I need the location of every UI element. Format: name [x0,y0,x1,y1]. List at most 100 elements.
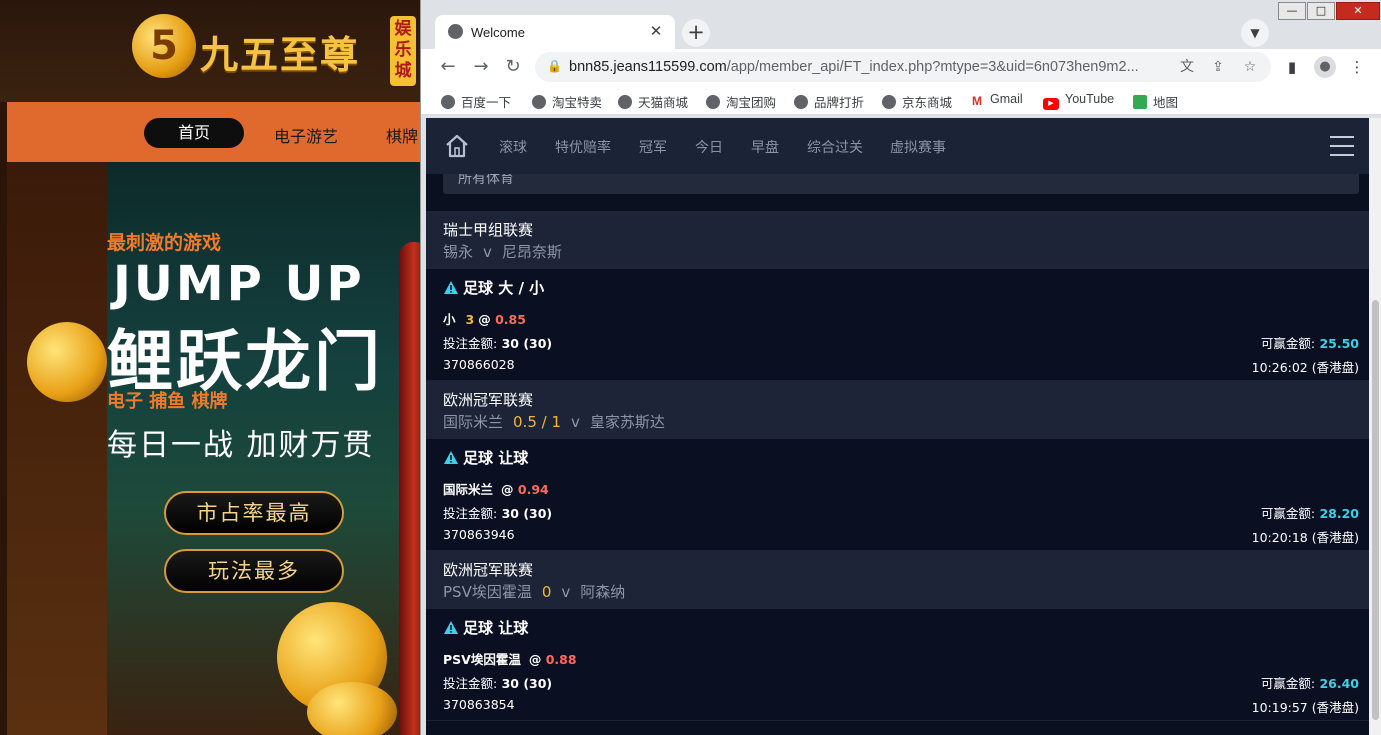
odds-value: 0.88 [545,652,577,667]
at-symbol: @ [501,482,514,497]
browser-toolbar: ← → ↻ 🔒 bnn85.jeans115599.com/app/member… [421,49,1381,85]
browser-window: Welcome ✕ + ▼ — □ ✕ ← → ↻ 🔒 bnn85.jeans1… [420,0,1381,735]
casino-banner[interactable]: 最刺激的游戏 JUMP UP 鲤跃龙门 电子 捕鱼 棋牌 每日一战 加财万贯 市… [7,162,420,735]
pick-selection: 小 [443,312,456,327]
tab-welcome[interactable]: Welcome ✕ [435,15,675,49]
share-icon[interactable]: ⇪ [1208,57,1228,77]
bet-ticket: 足球 让球 PSV埃因霍温 @ 0.88 投注金额: 30 (30) 可赢金额: … [426,609,1374,721]
stake-value: 30 (30) [501,506,553,521]
bookmark-maps[interactable]: 地图 [1133,92,1178,111]
banner-button-market-share[interactable]: 市占率最高 [164,491,344,535]
reload-icon[interactable]: ↻ [502,56,524,78]
match-teams: PSV埃因霍温 0 v 阿森纳 [443,581,625,602]
pick-selection: 国际米兰 [443,482,494,497]
globe-icon [706,95,720,109]
scrollbar-thumb[interactable] [1372,300,1379,720]
away-team: 尼昂奈斯 [501,243,562,261]
bookmark-star-icon[interactable]: ☆ [1240,57,1260,77]
hamburger-menu-icon[interactable] [1330,136,1354,156]
handicap: 0.5 / 1 [513,413,562,431]
nav-parlay[interactable]: 综合过关 [807,137,863,157]
win-amount: 可赢金额: 25.50 [1261,333,1359,352]
youtube-icon: ▶ [1043,98,1059,110]
stake-value: 30 (30) [501,336,553,351]
forward-arrow-icon[interactable]: → [470,56,492,78]
home-team: PSV埃因霍温 [443,583,532,601]
league-name: 欧洲冠军联赛 [443,391,534,409]
vs-label: v [561,583,571,601]
translate-icon[interactable]: 文 [1177,57,1197,77]
globe-icon [794,95,808,109]
bookmark-gmail[interactable]: M Gmail [970,92,1023,108]
home-team: 锡永 [443,243,474,261]
league-name: 欧洲冠军联赛 [443,561,534,579]
vs-label: v [483,243,492,261]
sport-filter-label: 所有体育 [458,174,514,187]
casino-nav-chess-cards[interactable]: 棋牌 [386,123,418,147]
globe-icon [441,95,455,109]
bookmark-tmall[interactable]: 天猫商城 [618,92,688,111]
banner-slogan: 每日一战 加财万贯 [107,428,375,463]
side-panel-icon[interactable]: ▮ [1282,57,1302,77]
nav-today[interactable]: 今日 [695,137,723,157]
profile-avatar-icon[interactable]: ● [1314,56,1336,78]
tab-close-icon[interactable]: ✕ [647,22,665,40]
stake-label: 投注金额: [443,676,498,691]
bookmarks-bar: 百度一下 淘宝特卖 天猫商城 淘宝团购 品牌打折 京东商城 M Gmail ▶ Yo… [421,85,1381,115]
casino-nav-electronic-games[interactable]: 电子游艺 [274,123,338,147]
url-text[interactable]: bnn85.jeans115599.com/app/member_api/FT_… [569,59,1189,75]
match-header: 瑞士甲组联赛 锡永 v 尼昂奈斯 [426,211,1374,269]
bet-pick: 小 3 @ 0.85 [443,309,526,328]
handicap: 0 [541,583,552,601]
stake: 投注金额: 30 (30) [443,673,552,692]
nav-outright[interactable]: 冠军 [639,137,667,157]
bet-type: 足球 大 / 小 [443,277,544,298]
globe-icon [882,95,896,109]
url-path: /app/member_api/FT_index.php?mtype=3&uid… [726,59,1139,75]
bookmark-youtube[interactable]: ▶ YouTube [1043,92,1114,110]
casino-logo-icon: 5 [132,14,196,78]
casino-header: 5 九五至尊 娱乐城 [0,0,420,102]
bookmark-taobao-sale[interactable]: 淘宝特卖 [532,92,602,111]
close-window-button[interactable]: ✕ [1336,2,1380,20]
nav-live[interactable]: 滚球 [499,137,527,157]
stake-label: 投注金额: [443,336,498,351]
bookmark-taobao-group[interactable]: 淘宝团购 [706,92,776,111]
nav-virtual[interactable]: 虚拟赛事 [890,137,946,157]
at-symbol: @ [528,652,542,667]
win-value: 25.50 [1319,336,1359,351]
bookmark-brand-discount[interactable]: 品牌打折 [794,92,864,111]
warning-icon [444,281,458,294]
ticket-id: 370866028 [443,357,515,372]
casino-navbar: 首页 电子游艺 棋牌 [7,102,420,162]
nav-special-odds[interactable]: 特优赔率 [555,137,611,157]
home-team: 国际米兰 [443,413,504,431]
url-host: bnn85.jeans115599.com [569,59,727,75]
banner-categories: 电子 捕鱼 棋牌 [107,391,228,412]
page-scrollbar[interactable] [1369,118,1381,735]
ticket-id: 370863854 [443,697,515,712]
bookmark-baidu[interactable]: 百度一下 [441,92,511,111]
at-symbol: @ [478,312,491,327]
match-teams: 锡永 v 尼昂奈斯 [443,241,562,262]
bet-ticket: 足球 让球 国际米兰 @ 0.94 投注金额: 30 (30) 可赢金额: 28.… [426,439,1374,551]
casino-left-strip [0,102,7,735]
win-value: 26.40 [1319,676,1359,691]
win-label: 可赢金额: [1260,336,1316,351]
away-team: 阿森纳 [580,583,626,601]
tab-search-button[interactable]: ▼ [1241,19,1269,47]
banner-button-most-games[interactable]: 玩法最多 [164,549,344,593]
sport-filter-dropdown[interactable]: 所有体育 [443,174,1359,194]
match-header: 欧洲冠军联赛 国际米兰 0.5 / 1 v 皇家苏斯达 [426,381,1374,439]
nav-early[interactable]: 早盘 [751,137,779,157]
back-arrow-icon[interactable]: ← [437,56,459,78]
new-tab-button[interactable]: + [682,19,710,47]
maximize-button[interactable]: □ [1307,2,1335,20]
page-content: 所有体育 滚球 特优赔率 冠军 今日 早盘 综合过关 虚拟赛事 瑞士甲组联赛 锡… [426,118,1374,735]
casino-nav-home[interactable]: 首页 [144,118,244,148]
home-icon[interactable] [444,133,470,159]
menu-kebab-icon[interactable]: ⋮ [1347,57,1367,77]
bookmark-jd[interactable]: 京东商城 [882,92,952,111]
minimize-button[interactable]: — [1278,2,1306,20]
address-bar[interactable]: 🔒 bnn85.jeans115599.com/app/member_api/F… [535,52,1271,82]
